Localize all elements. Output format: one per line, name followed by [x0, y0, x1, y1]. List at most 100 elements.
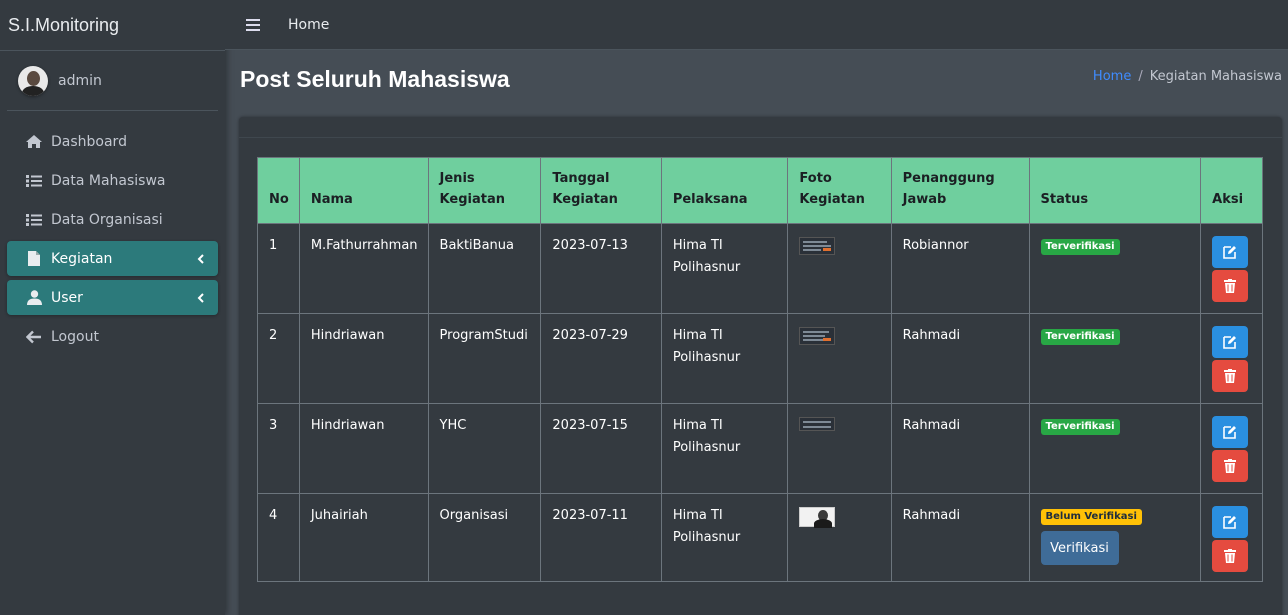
edit-button[interactable] — [1212, 326, 1249, 358]
sidebar-item-logout[interactable]: Logout — [7, 319, 218, 354]
sidebar-item-label: Logout — [51, 328, 99, 345]
edit-icon — [1223, 516, 1237, 529]
delete-button[interactable] — [1212, 360, 1249, 392]
breadcrumb: Home / Kegiatan Mahasiswa — [1093, 69, 1282, 84]
cell-nama: M.Fathurrahman — [298, 223, 429, 314]
cell-nama: Juhairiah — [298, 493, 429, 582]
delete-button[interactable] — [1212, 450, 1249, 482]
brand-title[interactable]: S.I.Monitoring — [0, 0, 225, 51]
cell-aksi — [1200, 223, 1263, 314]
table-row: 4 Juhairiah Organisasi 2023-07-11 Hima T… — [257, 493, 1263, 582]
sidebar: S.I.Monitoring admin Dashboard Data Maha… — [0, 0, 225, 615]
sidebar-item-data-organisasi[interactable]: Data Organisasi — [7, 202, 218, 237]
breadcrumb-home-link[interactable]: Home — [1093, 69, 1131, 84]
file-icon — [24, 251, 44, 267]
cell-no: 4 — [257, 493, 300, 582]
table-row: 1 M.Fathurrahman BaktiBanua 2023-07-13 H… — [257, 223, 1263, 314]
activity-photo-thumbnail[interactable] — [799, 417, 836, 431]
cell-pelaksana: Hima TI Polihasnur — [660, 493, 789, 582]
cell-nama: Hindriawan — [298, 313, 429, 404]
cell-jenis: BaktiBanua — [427, 223, 542, 314]
edit-button[interactable] — [1212, 236, 1249, 268]
cell-foto — [787, 403, 892, 494]
activity-photo-thumbnail[interactable] — [799, 507, 836, 528]
sidebar-item-label: Kegiatan — [51, 250, 113, 267]
home-icon — [24, 134, 44, 150]
cell-status: Belum Verifikasi Verifikasi — [1028, 493, 1202, 582]
avatar[interactable] — [18, 65, 48, 96]
sidebar-nav: Dashboard Data Mahasiswa Data Organisasi… — [0, 124, 225, 354]
cell-jenis: ProgramStudi — [427, 313, 542, 404]
delete-button[interactable] — [1212, 270, 1249, 302]
cell-aksi — [1200, 403, 1263, 494]
sidebar-item-label: Data Organisasi — [51, 211, 163, 228]
column-header-penanggung-jawab: Penanggung Jawab — [890, 157, 1030, 224]
sidebar-item-label: User — [51, 289, 83, 306]
sidebar-item-kegiatan[interactable]: Kegiatan — [7, 241, 218, 276]
column-header-nama: Nama — [298, 157, 429, 224]
user-panel[interactable]: admin — [7, 51, 218, 111]
menu-toggle-icon[interactable] — [246, 18, 260, 31]
edit-button[interactable] — [1212, 506, 1249, 538]
trash-icon — [1224, 369, 1237, 383]
sidebar-item-label: Data Mahasiswa — [51, 172, 166, 189]
page-title: Post Seluruh Mahasiswa — [240, 66, 510, 92]
cell-penanggung-jawab: Rahmadi — [890, 403, 1030, 494]
cell-tanggal: 2023-07-29 — [540, 313, 662, 404]
top-nav-home-link[interactable]: Home — [288, 17, 329, 33]
edit-icon — [1223, 246, 1237, 259]
column-header-aksi: Aksi — [1200, 157, 1263, 224]
status-badge: Belum Verifikasi — [1040, 509, 1142, 525]
cell-tanggal: 2023-07-11 — [540, 493, 662, 582]
cell-aksi — [1200, 493, 1263, 582]
cell-jenis: Organisasi — [427, 493, 542, 582]
sidebar-item-label: Dashboard — [51, 133, 127, 150]
status-badge: Terverifikasi — [1040, 329, 1120, 345]
column-header-jenis: Jenis Kegiatan — [427, 157, 542, 224]
column-header-foto: Foto Kegiatan — [787, 157, 892, 224]
user-name[interactable]: admin — [58, 73, 102, 89]
cell-aksi — [1200, 313, 1263, 404]
cell-penanggung-jawab: Robiannor — [890, 223, 1030, 314]
breadcrumb-current: Kegiatan Mahasiswa — [1149, 69, 1282, 84]
table-row: 3 Hindriawan YHC 2023-07-15 Hima TI Polih… — [257, 403, 1263, 494]
delete-button[interactable] — [1212, 540, 1249, 572]
trash-icon — [1224, 549, 1237, 563]
cell-no: 2 — [257, 313, 300, 404]
cell-no: 1 — [257, 223, 300, 314]
status-badge: Terverifikasi — [1040, 239, 1120, 255]
column-header-no: No — [257, 157, 300, 224]
cell-pelaksana: Hima TI Polihasnur — [660, 313, 789, 404]
activity-photo-thumbnail[interactable] — [799, 327, 836, 345]
list-icon — [24, 212, 44, 228]
sidebar-item-data-mahasiswa[interactable]: Data Mahasiswa — [7, 163, 218, 198]
cell-pelaksana: Hima TI Polihasnur — [660, 403, 789, 494]
table-row: 2 Hindriawan ProgramStudi 2023-07-29 Him… — [257, 313, 1263, 404]
table-header-row: No Nama Jenis Kegiatan Tanggal Kegiatan Pe… — [257, 157, 1263, 224]
column-header-tanggal: Tanggal Kegiatan — [540, 157, 662, 224]
trash-icon — [1224, 279, 1237, 293]
cell-status: Terverifikasi — [1028, 403, 1202, 494]
top-navbar: Home — [225, 0, 1288, 50]
cell-foto — [787, 493, 892, 582]
chevron-left-icon — [197, 291, 204, 307]
cell-status: Terverifikasi — [1028, 313, 1202, 404]
cell-foto — [787, 313, 892, 404]
list-icon — [24, 173, 44, 189]
column-header-status: Status — [1028, 157, 1202, 224]
cell-tanggal: 2023-07-15 — [540, 403, 662, 494]
cell-no: 3 — [257, 403, 300, 494]
cell-nama: Hindriawan — [298, 403, 429, 494]
trash-icon — [1224, 459, 1237, 473]
sidebar-item-dashboard[interactable]: Dashboard — [7, 124, 218, 159]
sidebar-item-user[interactable]: User — [7, 280, 218, 315]
cell-penanggung-jawab: Rahmadi — [890, 493, 1030, 582]
edit-button[interactable] — [1212, 416, 1249, 448]
verify-button[interactable]: Verifikasi — [1040, 531, 1119, 565]
chevron-left-icon — [197, 252, 204, 268]
arrow-left-icon — [24, 329, 44, 345]
edit-icon — [1223, 426, 1237, 439]
status-badge: Terverifikasi — [1040, 419, 1120, 435]
activity-photo-thumbnail[interactable] — [799, 237, 836, 255]
cell-pelaksana: Hima TI Polihasnur — [660, 223, 789, 314]
